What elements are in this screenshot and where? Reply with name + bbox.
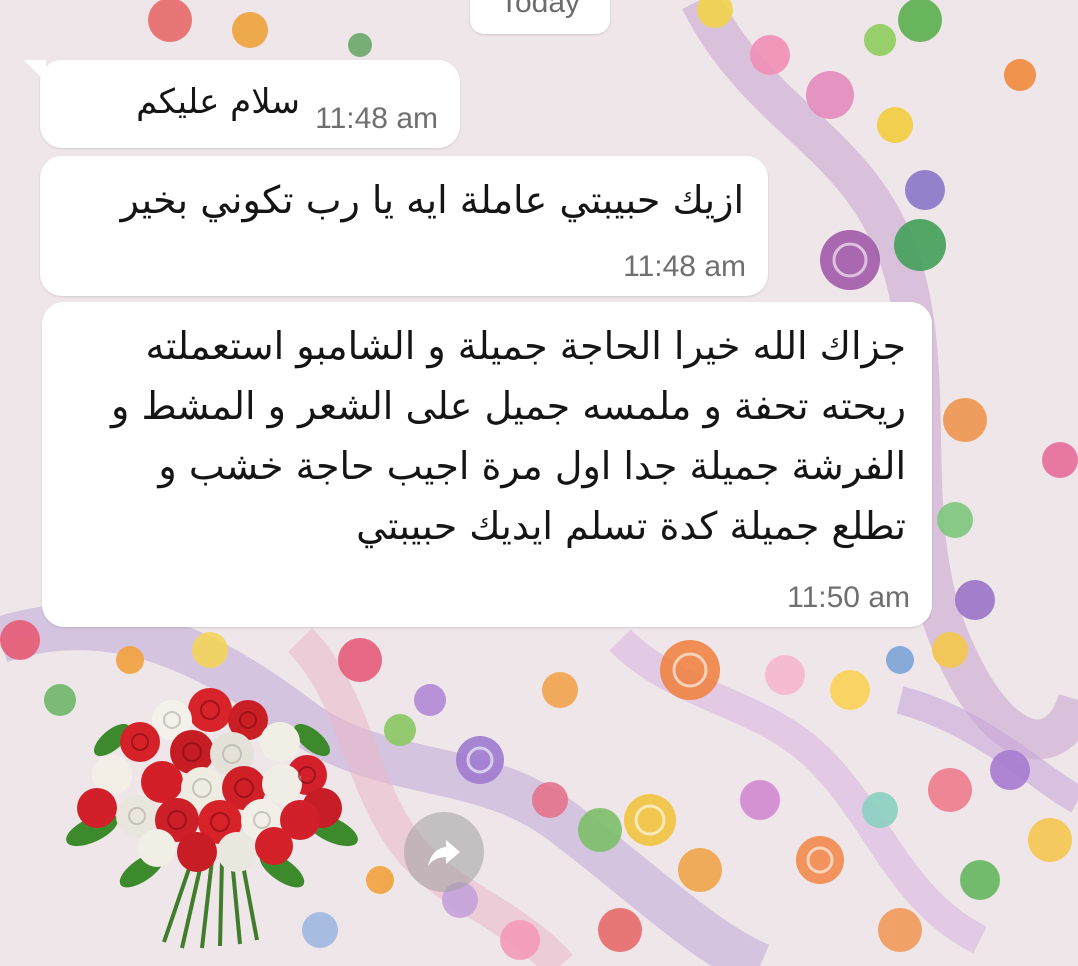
message-time: 11:48 am: [623, 250, 746, 283]
date-divider-label: Today: [499, 0, 581, 19]
forward-button[interactable]: [404, 812, 484, 892]
message-text: جزاك الله خيرا الحاجة جميلة و الشامبو اس…: [111, 324, 906, 548]
message-bubble[interactable]: ازيك حبيبتي عاملة ايه يا رب تكوني بخير 1…: [40, 156, 768, 296]
message-text: ازيك حبيبتي عاملة ايه يا رب تكوني بخير: [120, 178, 744, 222]
rose-bouquet-icon[interactable]: [52, 680, 368, 950]
bubble-tail: [24, 60, 46, 82]
message-time: 11:50 am: [787, 581, 910, 614]
message-bubble[interactable]: جزاك الله خيرا الحاجة جميلة و الشامبو اس…: [42, 302, 932, 627]
chat-screen: Today سلام عليكم 11:48 am ازيك حبيبتي عا…: [0, 0, 1078, 966]
message-text: سلام عليكم: [136, 82, 300, 122]
message-bubble[interactable]: سلام عليكم 11:48 am: [24, 60, 460, 148]
forward-arrow-icon: [428, 840, 460, 866]
date-divider: Today: [470, 0, 610, 34]
message-time: 11:48 am: [315, 102, 438, 135]
